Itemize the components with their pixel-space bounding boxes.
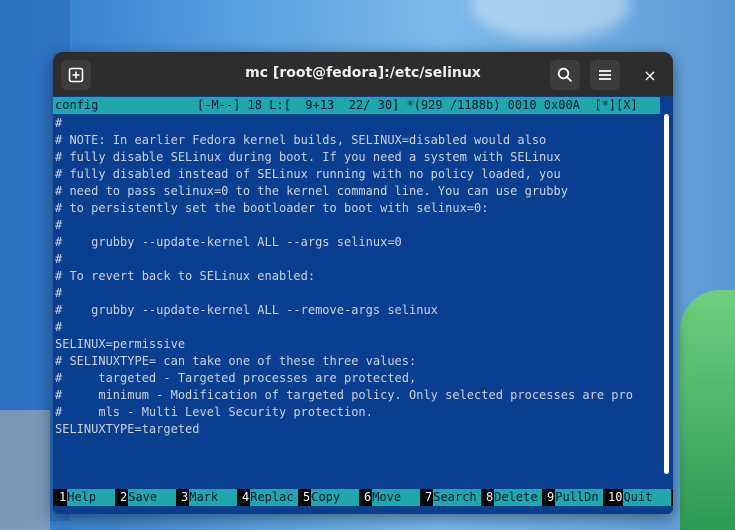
editor-text-area[interactable]: # # NOTE: In earlier Fedora kernel builds… (55, 115, 657, 489)
fkey-number: 10 (607, 489, 624, 506)
fkey-save[interactable]: 2 Save (119, 489, 177, 506)
terminal-area[interactable]: config [-M--] 18 L:[ 9+13 22/ 30] *(929 … (53, 96, 673, 514)
fkey-label: Help (67, 489, 116, 506)
fkey-pulldn[interactable]: 9 PullDn (546, 489, 604, 506)
desktop-background-glow (470, 0, 630, 40)
fkey-move[interactable]: 6 Move (363, 489, 421, 506)
editor-line: # (55, 218, 63, 232)
editor-line: SELINUXTYPE=targeted (55, 422, 200, 436)
editor-line: SELINUX=permissive (55, 337, 186, 351)
scrollbar[interactable] (662, 96, 671, 489)
editor-line: # grubby --update-kernel ALL --args seli… (55, 235, 402, 249)
search-button[interactable] (550, 60, 580, 90)
fkey-number: 9 (546, 489, 556, 506)
scrollbar-thumb[interactable] (664, 114, 669, 474)
editor-status-bar: config [-M--] 18 L:[ 9+13 22/ 30] *(929 … (53, 97, 660, 114)
function-key-bar: 1 Help 2 Save 3 Mark 4 Replac 5 Copy 6 Move 7 Search 8… (53, 489, 673, 506)
search-icon (557, 67, 573, 83)
editor-line: # need to pass selinux=0 to the kernel c… (55, 184, 568, 198)
fkey-help[interactable]: 1 Help (58, 489, 116, 506)
close-icon: × (643, 65, 657, 85)
desktop-background-hill (680, 290, 735, 530)
fkey-label: Replac (250, 489, 299, 506)
editor-line: # (55, 252, 63, 266)
fkey-number: 3 (180, 489, 190, 506)
editor-filename: config (55, 98, 99, 112)
fkey-label: Quit (623, 489, 672, 506)
fkey-number: 6 (363, 489, 373, 506)
titlebar: mc [root@fedora]:/etc/selinux × (53, 52, 673, 96)
fkey-label: Delete (494, 489, 543, 506)
window-title: mc [root@fedora]:/etc/selinux (245, 65, 481, 81)
terminal-window: mc [root@fedora]:/etc/selinux × config [… (53, 52, 673, 514)
menu-button[interactable] (590, 60, 620, 90)
fkey-label: Mark (189, 489, 238, 506)
fkey-mark[interactable]: 3 Mark (180, 489, 238, 506)
fkey-number: 1 (58, 489, 68, 506)
fkey-copy[interactable]: 5 Copy (302, 489, 360, 506)
fkey-delete[interactable]: 8 Delete (485, 489, 543, 506)
fkey-search[interactable]: 7 Search (424, 489, 482, 506)
editor-line: # grubby --update-kernel ALL --remove-ar… (55, 303, 438, 317)
fkey-number: 8 (485, 489, 495, 506)
fkey-number: 5 (302, 489, 312, 506)
editor-line: # (55, 286, 63, 300)
fkey-number: 7 (424, 489, 434, 506)
fkey-label: Copy (311, 489, 360, 506)
editor-line: # to persistently set the bootloader to … (55, 201, 489, 215)
editor-line: # minimum - Modification of targeted pol… (55, 388, 633, 402)
close-button[interactable]: × (635, 60, 665, 90)
editor-line: # fully disable SELinux during boot. If … (55, 150, 561, 164)
editor-line: # To revert back to SELinux enabled: (55, 269, 316, 283)
fkey-label: Save (128, 489, 177, 506)
editor-line: # targeted - Targeted processes are prot… (55, 371, 417, 385)
editor-line: # (55, 320, 63, 334)
editor-line: # (55, 116, 63, 130)
editor-line: # SELINUXTYPE= can take one of these thr… (55, 354, 417, 368)
editor-line: # fully disabled instead of SELinux runn… (55, 167, 561, 181)
desktop-background-rock (0, 410, 50, 530)
fkey-number: 2 (119, 489, 129, 506)
fkey-label: PullDn (555, 489, 604, 506)
hamburger-menu-icon (599, 70, 611, 80)
editor-line: # mls - Multi Level Security protection. (55, 405, 373, 419)
fkey-label: Move (372, 489, 421, 506)
fkey-number: 4 (241, 489, 251, 506)
editor-line: # NOTE: In earlier Fedora kernel builds,… (55, 133, 547, 147)
fkey-label: Search (433, 489, 482, 506)
editor-status-info: [-M--] 18 L:[ 9+13 22/ 30] *(929 /1188b)… (197, 98, 638, 112)
fkey-quit[interactable]: 10 Quit (607, 489, 672, 506)
fkey-replac[interactable]: 4 Replac (241, 489, 299, 506)
